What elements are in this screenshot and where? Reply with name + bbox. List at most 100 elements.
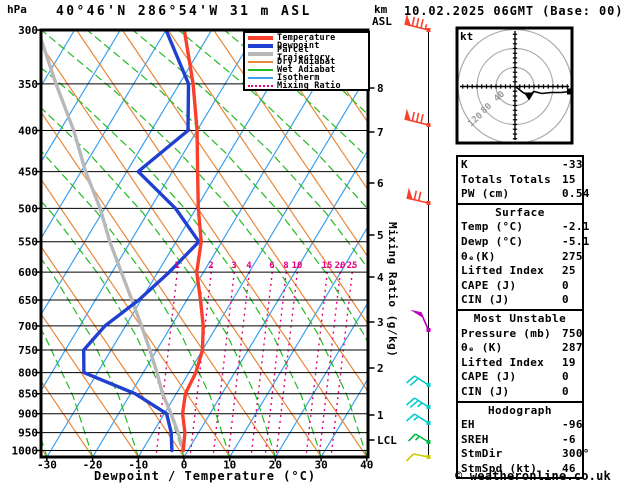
mixing-ratio-label: 2 bbox=[208, 261, 213, 271]
table-section: K-33Totals Totals15PW (cm)0.54 bbox=[456, 155, 584, 205]
table-row: StmDir300° bbox=[461, 447, 579, 462]
altitude-unit-asl: ASL bbox=[372, 15, 392, 28]
wind-level-dot bbox=[427, 28, 431, 32]
wet-adiabat-line bbox=[133, 30, 459, 457]
pressure-tick-label: 950 bbox=[18, 427, 38, 440]
pressure-tick-label: 700 bbox=[18, 320, 38, 333]
table-row-label: Totals Totals bbox=[461, 173, 551, 186]
table-row-label: StmDir bbox=[461, 447, 503, 460]
mixing-ratio-line bbox=[251, 266, 273, 457]
wind-level-dot bbox=[427, 201, 431, 205]
table-row-value: 19 bbox=[562, 356, 576, 371]
table-row-label: K bbox=[461, 158, 468, 171]
mixing-ratio-label: 1 bbox=[174, 261, 179, 271]
parcel-trajectory-curve bbox=[38, 30, 183, 451]
wind-barb bbox=[407, 188, 431, 205]
pressure-tick-label: 450 bbox=[18, 166, 38, 179]
wind-barb bbox=[410, 310, 430, 332]
wind-level-dot bbox=[427, 328, 431, 332]
pressure-tick-label: 900 bbox=[18, 408, 38, 421]
wind-level-dot bbox=[427, 440, 431, 444]
table-row-value: 287 bbox=[562, 341, 583, 356]
legend-item: Mixing Ratio bbox=[248, 82, 366, 90]
table-row-value: 750 bbox=[562, 327, 583, 342]
table-row-label: θₑ (K) bbox=[461, 341, 503, 354]
pressure-unit-label: hPa bbox=[7, 3, 27, 16]
table-row: CAPE (J) 0 bbox=[461, 279, 579, 294]
wind-barb bbox=[407, 454, 431, 461]
mixing-ratio-line bbox=[276, 266, 298, 457]
temperature-curve bbox=[183, 30, 204, 451]
km-tick-label: 6 bbox=[377, 177, 384, 190]
table-row-label: Temp (°C) bbox=[461, 220, 523, 233]
table-row: PW (cm)0.54 bbox=[461, 187, 579, 202]
table-row-value: 0 bbox=[562, 279, 569, 294]
table-row: Lifted Index19 bbox=[461, 356, 579, 371]
km-tick-label: 2 bbox=[377, 362, 384, 375]
wind-barb bbox=[405, 109, 431, 127]
pressure-tick-label: 550 bbox=[18, 236, 38, 249]
km-tick-label: 3 bbox=[377, 316, 384, 329]
table-row-value: 25 bbox=[562, 264, 576, 279]
table-row-label: CIN (J) bbox=[461, 385, 509, 398]
table-row-value: -6 bbox=[562, 433, 576, 448]
table-section-title: Most Unstable bbox=[461, 312, 579, 327]
hodograph: 4080120 bbox=[457, 28, 573, 144]
table-row: Temp (°C)-2.1 bbox=[461, 220, 579, 235]
table-row: EH-96 bbox=[461, 418, 579, 433]
table-section: SurfaceTemp (°C)-2.1Dewp (°C)-5.1θₑ(K)27… bbox=[456, 203, 584, 311]
pressure-tick-label: 300 bbox=[18, 24, 38, 37]
table-row-value: -96 bbox=[562, 418, 583, 433]
wind-barb bbox=[409, 434, 431, 444]
pressure-tick-label: 1000 bbox=[12, 445, 39, 458]
table-row-label: EH bbox=[461, 418, 475, 431]
table-row-value: 0 bbox=[562, 370, 569, 385]
mixing-ratio-label: 20 bbox=[335, 261, 346, 271]
table-row-value: -5.1 bbox=[562, 235, 590, 250]
mixing-ratio-label: 6 bbox=[269, 261, 274, 271]
temperature-axis-label: Dewpoint / Temperature (°C) bbox=[94, 469, 316, 483]
pressure-tick-label: 600 bbox=[18, 266, 38, 279]
table-row-value: -2.1 bbox=[562, 220, 590, 235]
table-row: CIN (J) 0 bbox=[461, 385, 579, 400]
mixing-ratio-label: 8 bbox=[283, 261, 288, 271]
table-row-value: -33 bbox=[562, 158, 583, 173]
temperature-tick-label: 30 bbox=[314, 459, 327, 472]
table-row: Lifted Index 25 bbox=[461, 264, 579, 279]
temperature-tick-label: 40 bbox=[360, 459, 373, 472]
km-tick-label: 4 bbox=[377, 271, 384, 284]
table-row: Dewp (°C)-5.1 bbox=[461, 235, 579, 250]
pressure-tick-label: 400 bbox=[18, 124, 38, 137]
table-row-label: CAPE (J) bbox=[461, 370, 516, 383]
dry-adiabat-line bbox=[0, 30, 93, 457]
legend-line-sample bbox=[248, 44, 273, 48]
wind-level-dot bbox=[427, 421, 431, 425]
table-row-value: 15 bbox=[562, 173, 576, 188]
table-row: θₑ (K)287 bbox=[461, 341, 579, 356]
legend-item-label: Mixing Ratio bbox=[277, 82, 341, 90]
table-row-label: CAPE (J) bbox=[461, 279, 516, 292]
table-row-value: 275 bbox=[562, 250, 583, 265]
wind-level-dot bbox=[427, 455, 431, 459]
table-row: SREH-6 bbox=[461, 433, 579, 448]
km-tick-label: 5 bbox=[377, 229, 384, 242]
table-row-value: 0 bbox=[562, 385, 569, 400]
lcl-label: LCL bbox=[377, 434, 397, 447]
wet-adiabat-line bbox=[0, 30, 93, 457]
plot-border bbox=[41, 30, 368, 457]
mixing-ratio-line bbox=[306, 266, 328, 457]
table-section: Most UnstablePressure (mb)750θₑ (K)287Li… bbox=[456, 309, 584, 403]
table-row: K-33 bbox=[461, 158, 579, 173]
table-row: Pressure (mb)750 bbox=[461, 327, 579, 342]
legend-line-sample bbox=[248, 85, 273, 87]
mixing-ratio-line bbox=[265, 266, 287, 457]
table-row: θₑ(K)275 bbox=[461, 250, 579, 265]
datetime-label: 10.02.2025 06GMT (Base: 00) bbox=[404, 4, 623, 18]
km-tick-label: 7 bbox=[377, 126, 384, 139]
table-row-label: Lifted Index bbox=[461, 264, 544, 277]
mixing-ratio-line bbox=[331, 266, 353, 457]
hodograph-unit-label: kt bbox=[460, 30, 473, 43]
mixing-ratio-label: 4 bbox=[246, 261, 252, 271]
mixing-ratio-label: 15 bbox=[322, 261, 333, 271]
skewt-sounding-app: 3003504004505005506006507007508008509009… bbox=[0, 0, 629, 486]
